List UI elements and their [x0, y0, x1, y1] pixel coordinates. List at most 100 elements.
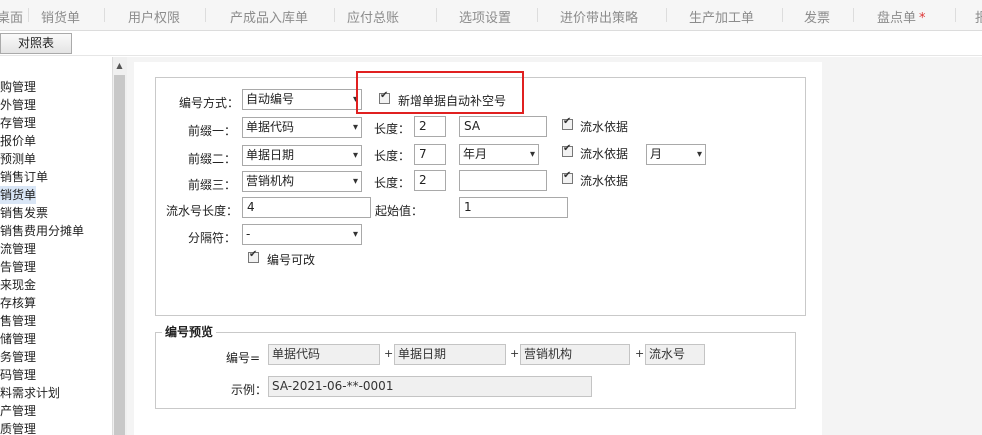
- top-tab-bar: 桌面 销货单 用户权限 产成品入库单 应付总账 选项设置 进价带出策略 生产加工…: [0, 0, 982, 31]
- prefix3-extra-input[interactable]: [459, 170, 547, 191]
- serial-basis2-select[interactable]: 月 ▾: [646, 144, 706, 165]
- plus-sign: +: [635, 347, 645, 360]
- serial-basis1-label: 流水依据: [580, 120, 629, 134]
- nav-item[interactable]: 销售订单: [0, 168, 48, 186]
- nav-item[interactable]: 产管理: [0, 402, 36, 420]
- tab-payables-ledger[interactable]: 应付总账: [347, 7, 399, 26]
- numbering-method-value: 自动编号: [246, 92, 295, 106]
- serial-basis1-checkbox[interactable]: [562, 116, 573, 130]
- length3-label: 长度：: [374, 176, 411, 190]
- preview-part: 单据代码: [268, 344, 380, 365]
- tab-stocktake[interactable]: 盘点单 *: [877, 7, 926, 26]
- nav-item[interactable]: 报价单: [0, 132, 36, 150]
- chevron-down-icon: ▾: [696, 149, 702, 160]
- serial-basis3-label: 流水依据: [580, 174, 629, 188]
- example-value: SA-2021-06-**-0001: [268, 376, 592, 397]
- tab-separator: [666, 8, 667, 22]
- example-label: 示例：: [231, 383, 268, 397]
- tab-separator: [782, 8, 783, 22]
- tab-separator: [205, 8, 206, 22]
- scroll-up-arrow-icon[interactable]: ▲: [114, 60, 125, 72]
- start-value-input[interactable]: 1: [459, 197, 568, 218]
- editable-checkbox[interactable]: [248, 249, 259, 263]
- serial-basis2-value: 月: [650, 147, 663, 161]
- nav-item[interactable]: 销售发票: [0, 204, 48, 222]
- tab-invoice[interactable]: 发票: [804, 7, 830, 26]
- nav-scroll-thumb[interactable]: [114, 75, 125, 435]
- nav-item[interactable]: 流管理: [0, 240, 36, 258]
- nav-item[interactable]: 销售费用分摊单: [0, 222, 84, 240]
- numbering-method-label: 编号方式：: [179, 96, 240, 110]
- tab-separator: [537, 8, 538, 22]
- prefix2-select[interactable]: 单据日期 ▾: [242, 145, 362, 166]
- fill-gap-checkbox[interactable]: [379, 90, 390, 104]
- nav-item[interactable]: 购管理: [0, 78, 36, 96]
- preview-part: 单据日期: [394, 344, 506, 365]
- start-value-label: 起始值：: [375, 204, 424, 218]
- serial-basis3-checkbox[interactable]: [562, 170, 573, 184]
- toolbar-row: 对照表: [0, 31, 982, 56]
- prefix1-extra-input[interactable]: SA: [459, 116, 547, 137]
- compare-table-button[interactable]: 对照表: [0, 33, 72, 54]
- chevron-down-icon: ▾: [352, 150, 358, 161]
- prefix1-label: 前缀一：: [188, 124, 237, 138]
- plus-sign: +: [510, 347, 520, 360]
- prefix3-value: 营销机构: [246, 174, 295, 188]
- tab-report[interactable]: 报: [975, 7, 982, 26]
- nav-item[interactable]: 务管理: [0, 348, 36, 366]
- prefix3-label: 前缀三：: [188, 178, 237, 192]
- tab-separator: [853, 8, 854, 22]
- tab-finished-goods-inbound[interactable]: 产成品入库单: [230, 7, 308, 26]
- code-label: 编号=: [226, 351, 261, 365]
- nav-item[interactable]: 储管理: [0, 330, 36, 348]
- date-format-select[interactable]: 年月 ▾: [459, 144, 539, 165]
- length2-input[interactable]: 7: [414, 144, 446, 165]
- tab-separator: [436, 8, 437, 22]
- length1-label: 长度：: [374, 122, 411, 136]
- separator-select[interactable]: - ▾: [242, 224, 362, 245]
- unsaved-star: *: [919, 11, 926, 26]
- nav-item[interactable]: 外管理: [0, 96, 36, 114]
- prefix2-label: 前缀二：: [188, 152, 237, 166]
- tab-stocktake-label: 盘点单: [877, 11, 917, 26]
- prefix3-select[interactable]: 营销机构 ▾: [242, 171, 362, 192]
- tab-purchase-price-strategy[interactable]: 进价带出策略: [560, 7, 638, 26]
- tab-desktop[interactable]: 桌面: [0, 7, 23, 26]
- tab-production-order[interactable]: 生产加工单: [689, 7, 754, 26]
- prefix1-value: 单据代码: [246, 120, 295, 134]
- nav-item[interactable]: 码管理: [0, 366, 36, 384]
- length1-input[interactable]: 2: [414, 116, 446, 137]
- separator-label: 分隔符：: [188, 231, 237, 245]
- nav-item[interactable]: 存管理: [0, 114, 36, 132]
- tab-user-permissions[interactable]: 用户权限: [128, 7, 180, 26]
- tab-separator: [104, 8, 105, 22]
- nav-item[interactable]: 来现金: [0, 276, 36, 294]
- tab-sales-delivery[interactable]: 销货单: [41, 7, 80, 26]
- chevron-down-icon: ▾: [352, 176, 358, 187]
- editable-label: 编号可改: [267, 253, 316, 267]
- chevron-down-icon: ▾: [352, 122, 358, 133]
- separator-value: -: [246, 227, 251, 241]
- tab-separator: [28, 8, 29, 22]
- serial-basis2-checkbox[interactable]: [562, 143, 573, 157]
- serial-basis2-label: 流水依据: [580, 147, 629, 161]
- nav-item[interactable]: 告管理: [0, 258, 36, 276]
- tab-option-settings[interactable]: 选项设置: [459, 7, 511, 26]
- chevron-down-icon: ▾: [529, 149, 535, 160]
- length3-input[interactable]: 2: [414, 170, 446, 191]
- nav-item[interactable]: 料需求计划: [0, 384, 60, 402]
- preview-part: 流水号: [645, 344, 705, 365]
- preview-legend: 编号预览: [162, 323, 217, 340]
- preview-part: 营销机构: [520, 344, 630, 365]
- prefix1-select[interactable]: 单据代码 ▾: [242, 117, 362, 138]
- nav-item[interactable]: 存核算: [0, 294, 36, 312]
- nav-item[interactable]: 售管理: [0, 312, 36, 330]
- tab-separator: [334, 8, 335, 22]
- numbering-method-select[interactable]: 自动编号 ▾: [242, 89, 362, 110]
- nav-item[interactable]: 预测单: [0, 150, 36, 168]
- serial-length-input[interactable]: 4: [242, 197, 371, 218]
- plus-sign: +: [384, 347, 394, 360]
- fill-gap-label: 新增单据自动补空号: [398, 94, 507, 108]
- nav-item[interactable]: 质管理: [0, 420, 36, 435]
- nav-item-active[interactable]: 销货单: [0, 186, 37, 204]
